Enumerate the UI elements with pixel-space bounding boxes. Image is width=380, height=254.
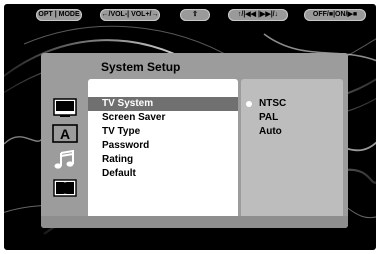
panel-title: System Setup xyxy=(101,60,181,74)
system-setup-panel: System Setup A TV System Screen Saver TV… xyxy=(41,53,348,228)
option-ntsc[interactable]: NTSC xyxy=(241,97,343,111)
tv-screen: OPT | MODE ←/VOL-| VOL+/→ ⇧ ↑/|◀◀ |▶▶|/↓… xyxy=(4,4,376,250)
remote-key-legend: OPT | MODE ←/VOL-| VOL+/→ ⇧ ↑/|◀◀ |▶▶|/↓… xyxy=(4,9,376,23)
up-key[interactable]: ⇧ xyxy=(180,9,210,21)
volume-key[interactable]: ←/VOL-| VOL+/→ xyxy=(100,9,160,21)
menu-item-default[interactable]: Default xyxy=(88,167,238,181)
menu-item-tv-system[interactable]: TV System xyxy=(88,97,238,111)
panel-footer-bar xyxy=(41,216,348,228)
selected-bullet-icon xyxy=(246,101,252,107)
menu-item-screen-saver[interactable]: Screen Saver xyxy=(88,111,238,125)
option-pal[interactable]: PAL xyxy=(241,111,343,125)
tv-system-options: NTSC PAL Auto xyxy=(241,79,343,219)
option-label: Auto xyxy=(259,126,282,137)
menu-item-rating[interactable]: Rating xyxy=(88,153,238,167)
menu-item-tv-type[interactable]: TV Type xyxy=(88,125,238,139)
power-play-key[interactable]: OFF/■|ON/▶■ xyxy=(304,9,366,21)
skip-key[interactable]: ↑/|◀◀ |▶▶|/↓ xyxy=(228,9,288,21)
opt-mode-key[interactable]: OPT | MODE xyxy=(36,9,82,21)
music-note-icon[interactable] xyxy=(51,149,79,170)
dolby-icon[interactable] xyxy=(51,178,79,198)
setup-menu: TV System Screen Saver TV Type Password … xyxy=(88,79,238,219)
option-auto[interactable]: Auto xyxy=(241,125,343,139)
option-label: PAL xyxy=(259,112,279,123)
option-label: NTSC xyxy=(259,98,287,109)
menu-item-password[interactable]: Password xyxy=(88,139,238,153)
monitor-icon[interactable] xyxy=(51,98,79,118)
subtitle-a-icon[interactable]: A xyxy=(51,124,79,144)
svg-text:A: A xyxy=(60,126,70,142)
